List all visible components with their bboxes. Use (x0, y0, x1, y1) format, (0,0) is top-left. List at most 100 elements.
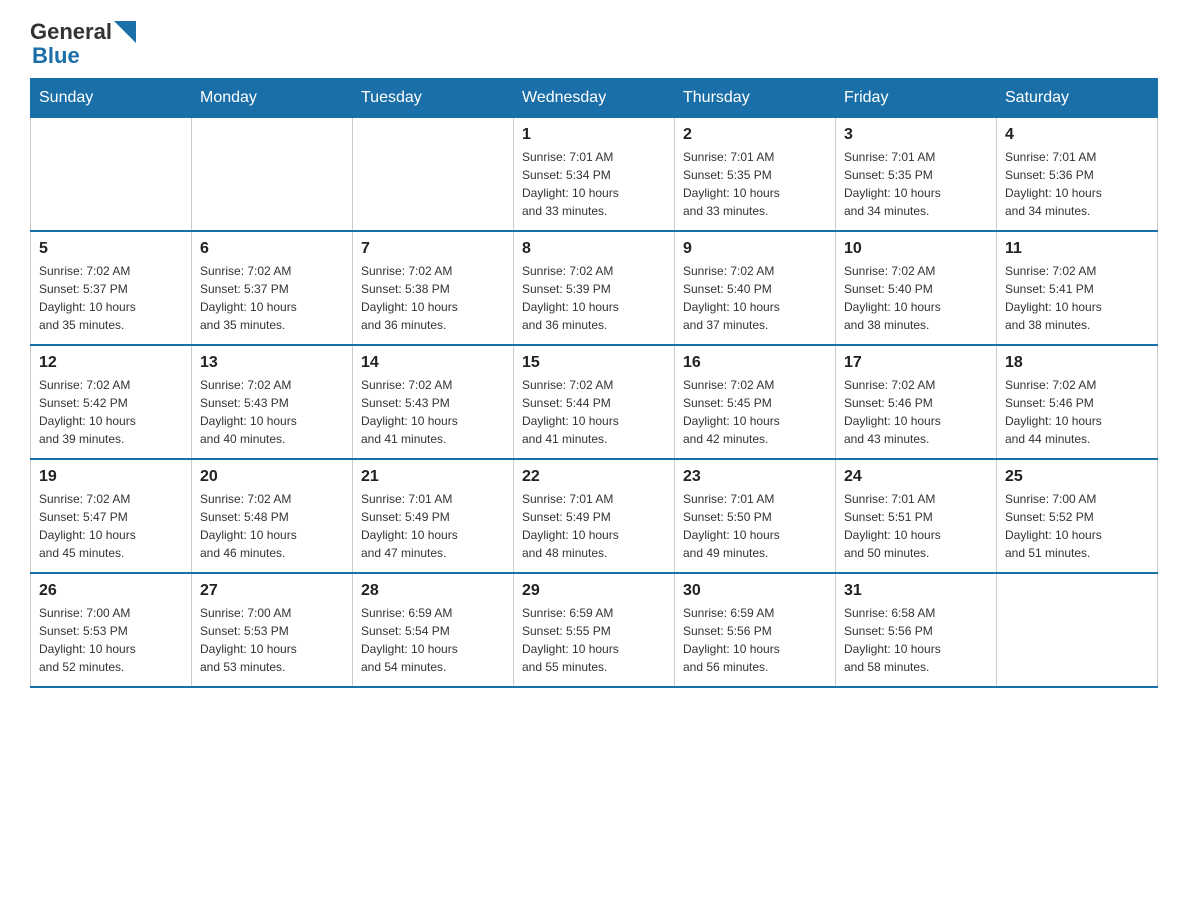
day-info: Sunrise: 7:02 AM Sunset: 5:44 PM Dayligh… (522, 376, 666, 448)
day-number: 8 (522, 240, 666, 258)
calendar-table: SundayMondayTuesdayWednesdayThursdayFrid… (30, 78, 1158, 688)
calendar-header-tuesday: Tuesday (353, 79, 514, 118)
day-number: 23 (683, 468, 827, 486)
day-number: 28 (361, 582, 505, 600)
calendar-header-wednesday: Wednesday (514, 79, 675, 118)
day-number: 13 (200, 354, 344, 372)
calendar-cell: 15 Sunrise: 7:02 AM Sunset: 5:44 PM Dayli… (514, 345, 675, 459)
day-number: 24 (844, 468, 988, 486)
day-number: 14 (361, 354, 505, 372)
calendar-cell: 20 Sunrise: 7:02 AM Sunset: 5:48 PM Dayli… (192, 459, 353, 573)
calendar-cell: 9Sunrise: 7:02 AM Sunset: 5:40 PM Daylig… (675, 231, 836, 345)
calendar-cell: 13 Sunrise: 7:02 AM Sunset: 5:43 PM Dayli… (192, 345, 353, 459)
day-number: 19 (39, 468, 183, 486)
day-info: Sunrise: 7:02 AM Sunset: 5:42 PM Dayligh… (39, 376, 183, 448)
day-number: 15 (522, 354, 666, 372)
calendar-cell: 25Sunrise: 7:00 AM Sunset: 5:52 PM Dayli… (997, 459, 1158, 573)
calendar-cell: 6 Sunrise: 7:02 AM Sunset: 5:37 PM Daylig… (192, 231, 353, 345)
logo-triangle-icon (114, 21, 136, 43)
day-number: 31 (844, 582, 988, 600)
day-info: Sunrise: 6:59 AM Sunset: 5:56 PM Dayligh… (683, 604, 827, 676)
calendar-cell: 27 Sunrise: 7:00 AM Sunset: 5:53 PM Dayli… (192, 573, 353, 687)
calendar-header-row: SundayMondayTuesdayWednesdayThursdayFrid… (31, 79, 1158, 118)
calendar-cell (353, 118, 514, 232)
calendar-cell: 30 Sunrise: 6:59 AM Sunset: 5:56 PM Dayli… (675, 573, 836, 687)
day-info: Sunrise: 7:02 AM Sunset: 5:47 PM Dayligh… (39, 490, 183, 562)
day-number: 22 (522, 468, 666, 486)
calendar-cell: 3 Sunrise: 7:01 AM Sunset: 5:35 PM Daylig… (836, 118, 997, 232)
calendar-cell (31, 118, 192, 232)
calendar-cell (997, 573, 1158, 687)
day-number: 27 (200, 582, 344, 600)
day-info: Sunrise: 7:01 AM Sunset: 5:51 PM Dayligh… (844, 490, 988, 562)
calendar-cell: 26 Sunrise: 7:00 AM Sunset: 5:53 PM Dayli… (31, 573, 192, 687)
day-number: 20 (200, 468, 344, 486)
calendar-cell: 8 Sunrise: 7:02 AM Sunset: 5:39 PM Daylig… (514, 231, 675, 345)
day-number: 5 (39, 240, 183, 258)
day-number: 16 (683, 354, 827, 372)
day-info: Sunrise: 7:01 AM Sunset: 5:35 PM Dayligh… (683, 148, 827, 220)
day-info: Sunrise: 7:02 AM Sunset: 5:40 PM Dayligh… (844, 262, 988, 334)
calendar-cell: 4 Sunrise: 7:01 AM Sunset: 5:36 PM Daylig… (997, 118, 1158, 232)
day-info: Sunrise: 7:01 AM Sunset: 5:49 PM Dayligh… (361, 490, 505, 562)
day-number: 7 (361, 240, 505, 258)
calendar-cell: 7Sunrise: 7:02 AM Sunset: 5:38 PM Daylig… (353, 231, 514, 345)
calendar-header-thursday: Thursday (675, 79, 836, 118)
day-info: Sunrise: 7:02 AM Sunset: 5:48 PM Dayligh… (200, 490, 344, 562)
day-number: 1 (522, 126, 666, 144)
calendar-cell: 16 Sunrise: 7:02 AM Sunset: 5:45 PM Dayli… (675, 345, 836, 459)
day-info: Sunrise: 7:02 AM Sunset: 5:39 PM Dayligh… (522, 262, 666, 334)
calendar-week-row: 5 Sunrise: 7:02 AM Sunset: 5:37 PM Daylig… (31, 231, 1158, 345)
calendar-cell: 11 Sunrise: 7:02 AM Sunset: 5:41 PM Dayli… (997, 231, 1158, 345)
day-number: 18 (1005, 354, 1149, 372)
calendar-cell: 23Sunrise: 7:01 AM Sunset: 5:50 PM Dayli… (675, 459, 836, 573)
day-info: Sunrise: 7:02 AM Sunset: 5:43 PM Dayligh… (361, 376, 505, 448)
day-info: Sunrise: 7:00 AM Sunset: 5:53 PM Dayligh… (200, 604, 344, 676)
calendar-cell: 22 Sunrise: 7:01 AM Sunset: 5:49 PM Dayli… (514, 459, 675, 573)
day-number: 30 (683, 582, 827, 600)
calendar-cell: 14 Sunrise: 7:02 AM Sunset: 5:43 PM Dayli… (353, 345, 514, 459)
calendar-cell: 28Sunrise: 6:59 AM Sunset: 5:54 PM Dayli… (353, 573, 514, 687)
day-info: Sunrise: 7:01 AM Sunset: 5:35 PM Dayligh… (844, 148, 988, 220)
calendar-cell (192, 118, 353, 232)
day-info: Sunrise: 7:02 AM Sunset: 5:41 PM Dayligh… (1005, 262, 1149, 334)
day-info: Sunrise: 7:01 AM Sunset: 5:36 PM Dayligh… (1005, 148, 1149, 220)
day-number: 26 (39, 582, 183, 600)
day-number: 12 (39, 354, 183, 372)
calendar-cell: 5 Sunrise: 7:02 AM Sunset: 5:37 PM Daylig… (31, 231, 192, 345)
calendar-cell: 19 Sunrise: 7:02 AM Sunset: 5:47 PM Dayli… (31, 459, 192, 573)
calendar-cell: 17Sunrise: 7:02 AM Sunset: 5:46 PM Dayli… (836, 345, 997, 459)
calendar-header-saturday: Saturday (997, 79, 1158, 118)
day-number: 10 (844, 240, 988, 258)
day-number: 25 (1005, 468, 1149, 486)
day-number: 6 (200, 240, 344, 258)
calendar-cell: 12 Sunrise: 7:02 AM Sunset: 5:42 PM Dayli… (31, 345, 192, 459)
calendar-cell: 2Sunrise: 7:01 AM Sunset: 5:35 PM Daylig… (675, 118, 836, 232)
calendar-week-row: 12 Sunrise: 7:02 AM Sunset: 5:42 PM Dayli… (31, 345, 1158, 459)
page-header: General Blue (30, 20, 1158, 68)
day-info: Sunrise: 7:01 AM Sunset: 5:34 PM Dayligh… (522, 148, 666, 220)
logo: General Blue (30, 20, 136, 68)
day-number: 3 (844, 126, 988, 144)
logo-general-text: General (30, 20, 112, 44)
day-number: 11 (1005, 240, 1149, 258)
logo-blue-text: Blue (32, 44, 136, 68)
calendar-header-sunday: Sunday (31, 79, 192, 118)
calendar-cell: 24 Sunrise: 7:01 AM Sunset: 5:51 PM Dayli… (836, 459, 997, 573)
day-info: Sunrise: 7:02 AM Sunset: 5:46 PM Dayligh… (1005, 376, 1149, 448)
day-info: Sunrise: 7:02 AM Sunset: 5:45 PM Dayligh… (683, 376, 827, 448)
day-number: 21 (361, 468, 505, 486)
calendar-cell: 31 Sunrise: 6:58 AM Sunset: 5:56 PM Dayli… (836, 573, 997, 687)
calendar-cell: 21 Sunrise: 7:01 AM Sunset: 5:49 PM Dayli… (353, 459, 514, 573)
day-info: Sunrise: 7:00 AM Sunset: 5:53 PM Dayligh… (39, 604, 183, 676)
day-info: Sunrise: 7:02 AM Sunset: 5:43 PM Dayligh… (200, 376, 344, 448)
day-number: 4 (1005, 126, 1149, 144)
day-info: Sunrise: 7:02 AM Sunset: 5:37 PM Dayligh… (200, 262, 344, 334)
day-info: Sunrise: 7:01 AM Sunset: 5:49 PM Dayligh… (522, 490, 666, 562)
calendar-cell: 29Sunrise: 6:59 AM Sunset: 5:55 PM Dayli… (514, 573, 675, 687)
day-info: Sunrise: 7:02 AM Sunset: 5:37 PM Dayligh… (39, 262, 183, 334)
day-info: Sunrise: 6:58 AM Sunset: 5:56 PM Dayligh… (844, 604, 988, 676)
day-number: 17 (844, 354, 988, 372)
calendar-cell: 10 Sunrise: 7:02 AM Sunset: 5:40 PM Dayli… (836, 231, 997, 345)
calendar-week-row: 26 Sunrise: 7:00 AM Sunset: 5:53 PM Dayli… (31, 573, 1158, 687)
